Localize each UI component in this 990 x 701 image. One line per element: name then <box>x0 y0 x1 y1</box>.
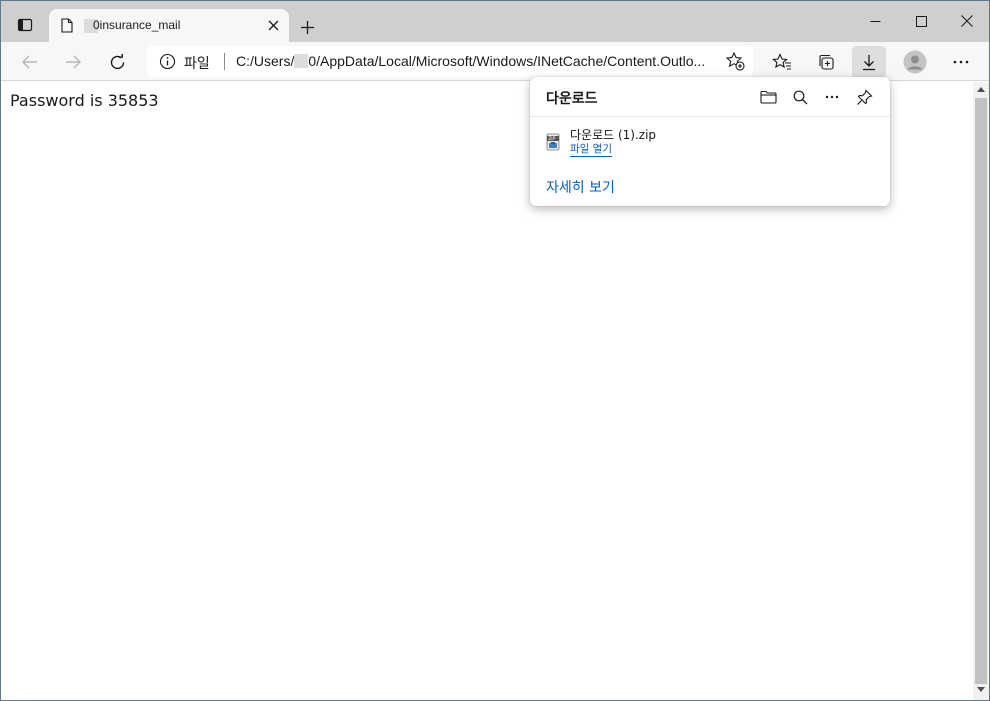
page-icon <box>61 18 73 33</box>
downloads-button[interactable] <box>852 46 886 78</box>
downloads-flyout: 다운로드 ZIP 다운로드 (1).zip 파일 열기 자세히 보기 <box>530 77 890 206</box>
menu-button[interactable] <box>944 46 978 78</box>
favorites-icon <box>772 53 791 70</box>
svg-text:ZIP: ZIP <box>548 136 555 142</box>
minimize-icon <box>870 20 880 22</box>
scrollbar-thumb[interactable] <box>975 98 987 684</box>
forward-button[interactable] <box>57 46 89 78</box>
scroll-up-arrow-icon[interactable] <box>977 86 985 92</box>
toolbar: 파일 C:/Users/0/AppData/Local/Microsoft/Wi… <box>1 42 989 81</box>
search-icon <box>793 90 807 104</box>
address-separator <box>224 53 225 70</box>
minimize-button[interactable] <box>852 5 898 37</box>
scroll-down-arrow-icon[interactable] <box>977 687 985 693</box>
downloads-heading: 다운로드 <box>546 91 598 107</box>
open-file-link[interactable]: 파일 열기 <box>570 143 612 157</box>
download-file-name: 다운로드 (1).zip <box>570 128 657 142</box>
forward-arrow-icon <box>66 55 81 69</box>
tab-title: 0insurance_mail <box>93 18 181 32</box>
pin-downloads-button[interactable] <box>850 84 878 110</box>
tab-actions-icon <box>17 17 33 33</box>
add-favorite-icon <box>725 51 745 71</box>
info-icon[interactable] <box>159 53 176 70</box>
maximize-button[interactable] <box>898 5 944 37</box>
add-favorite-button[interactable] <box>725 51 745 71</box>
tab-close-button[interactable] <box>263 15 283 35</box>
zip-file-icon: ZIP <box>546 133 560 151</box>
flyout-divider <box>530 116 890 117</box>
more-dots-icon <box>825 95 839 99</box>
plus-icon <box>300 20 314 34</box>
profile-icon <box>903 50 927 74</box>
new-tab-button[interactable] <box>293 13 321 41</box>
scheme-label: 파일 <box>184 56 210 72</box>
collections-icon <box>819 54 834 70</box>
collections-button[interactable] <box>809 46 843 78</box>
download-item[interactable]: ZIP 다운로드 (1).zip 파일 열기 <box>530 121 890 161</box>
search-downloads-button[interactable] <box>786 84 814 110</box>
url-text: C:/Users/0/AppData/Local/Microsoft/Windo… <box>236 53 716 69</box>
more-dots-icon <box>953 60 969 64</box>
vertical-scrollbar[interactable] <box>973 82 989 700</box>
close-icon <box>268 20 278 30</box>
downloads-more-options-button[interactable] <box>818 84 846 110</box>
window-close-button[interactable] <box>944 5 989 37</box>
refresh-icon <box>110 53 124 69</box>
browser-window: 0insurance_mail 파일 C:/Users/ 0/AppData/L… <box>0 0 990 701</box>
back-arrow-icon <box>22 55 37 69</box>
back-button[interactable] <box>14 46 46 78</box>
download-icon <box>863 54 875 70</box>
tab-strip: 0insurance_mail <box>1 1 989 42</box>
url-prefix: C:/Users/ <box>236 53 295 69</box>
redacted-block <box>294 54 309 68</box>
url-suffix: 0/AppData/Local/Microsoft/Windows/INetCa… <box>308 53 706 69</box>
maximize-icon <box>915 15 927 27</box>
window-close-icon <box>961 15 973 27</box>
pin-icon <box>856 88 873 105</box>
profile-button[interactable] <box>898 46 932 78</box>
address-bar[interactable]: 파일 C:/Users/0/AppData/Local/Microsoft/Wi… <box>147 46 753 77</box>
open-downloads-folder-button[interactable] <box>754 84 782 110</box>
folder-icon <box>759 90 777 104</box>
refresh-button[interactable] <box>101 46 133 78</box>
favorites-button[interactable] <box>765 46 799 78</box>
tab-actions-button[interactable] <box>9 9 41 41</box>
see-more-link[interactable]: 자세히 보기 <box>546 177 615 197</box>
tab-active[interactable]: 0insurance_mail <box>49 9 289 42</box>
page-message: Password is 35853 <box>10 91 159 110</box>
